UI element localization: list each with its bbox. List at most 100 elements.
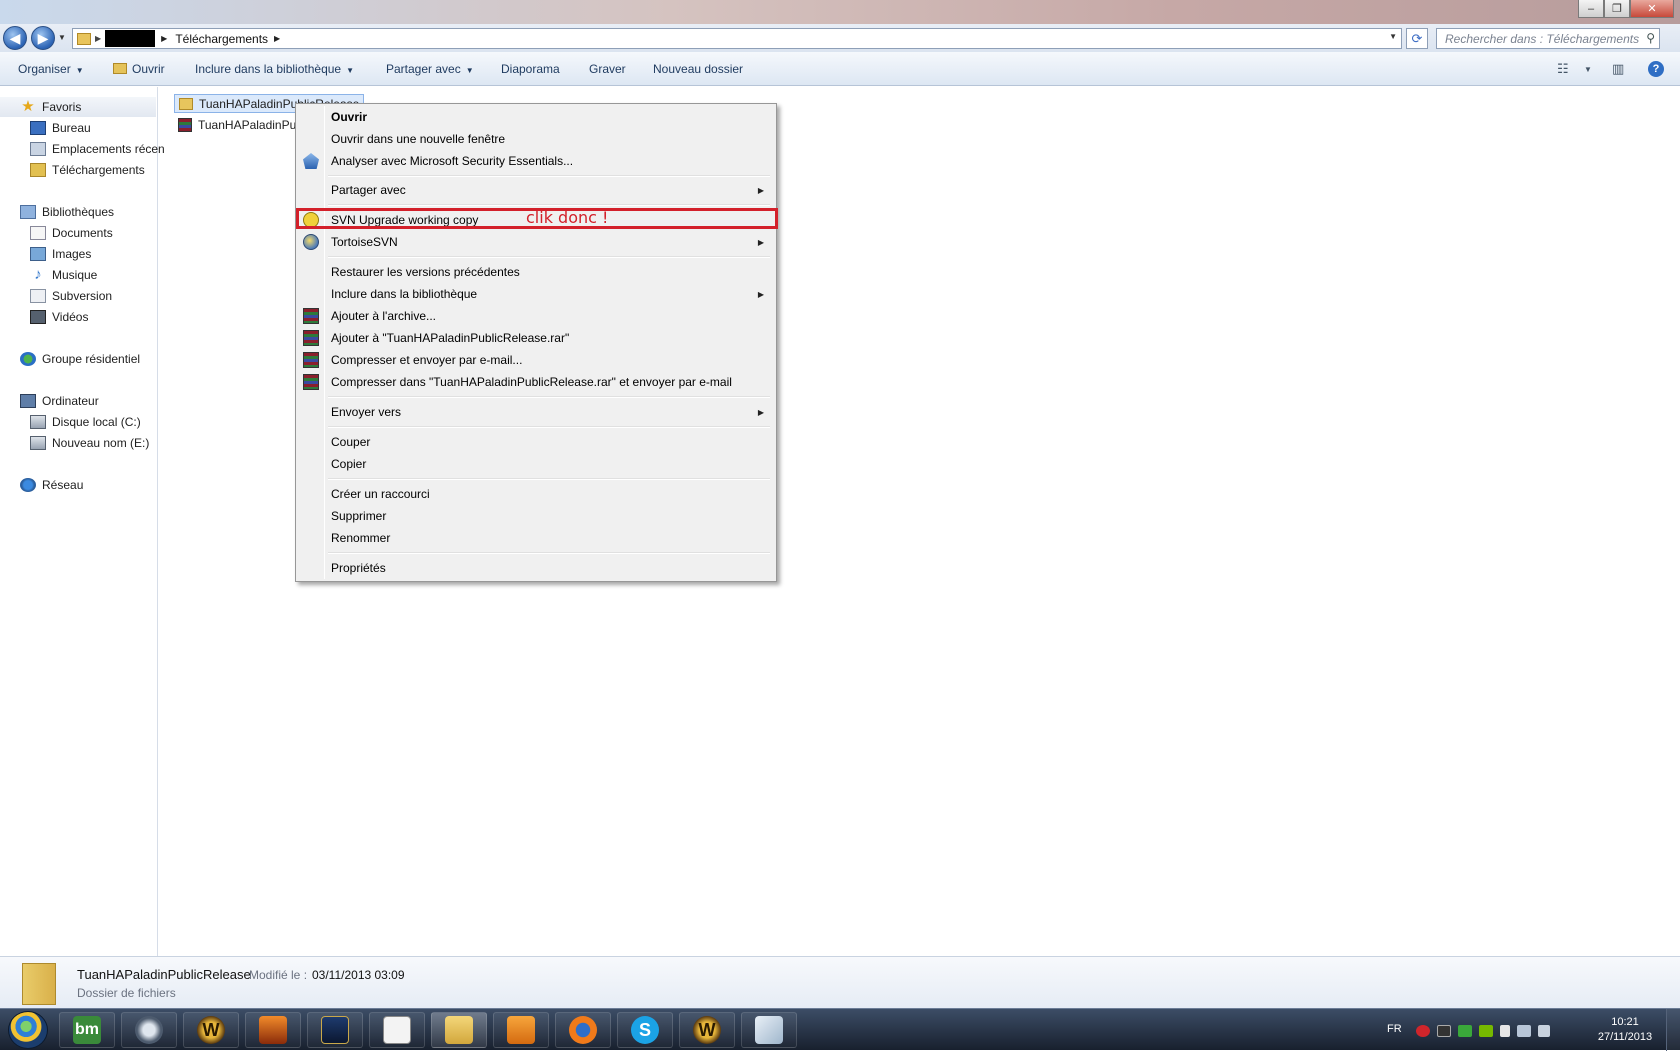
- preview-pane-icon[interactable]: ▥: [1612, 61, 1624, 77]
- nav-subversion[interactable]: Subversion: [30, 286, 112, 306]
- menu-item-analyser[interactable]: Analyser avec Microsoft Security Essenti…: [298, 150, 774, 172]
- nav-videos[interactable]: Vidéos: [30, 307, 88, 327]
- taskbar-app-media[interactable]: [493, 1012, 549, 1048]
- computer-icon: [20, 394, 36, 408]
- details-file-name: TuanHAPaladinPublicRelease: [77, 967, 251, 982]
- search-input[interactable]: Rechercher dans : Téléchargements ⚲: [1436, 28, 1660, 49]
- menu-item-restaurer[interactable]: Restaurer les versions précédentes: [298, 261, 774, 283]
- chevron-right-icon[interactable]: ▶: [274, 34, 280, 43]
- nav-bureau[interactable]: Bureau: [30, 118, 91, 138]
- share-with-button[interactable]: Partager avec ▼: [386, 62, 474, 76]
- view-options-icon[interactable]: ☷: [1557, 61, 1569, 77]
- minimize-button[interactable]: –: [1578, 0, 1604, 18]
- menu-label: Ouvrir: [331, 110, 368, 124]
- nav-bibliotheques[interactable]: Bibliothèques: [20, 202, 114, 222]
- taskbar-app-wow[interactable]: W: [183, 1012, 239, 1048]
- menu-item-inclure[interactable]: Inclure dans la bibliothèque ▶: [298, 283, 774, 305]
- tortoisesvn-icon: [303, 234, 319, 250]
- menu-item-ajouter-archive[interactable]: Ajouter à l'archive...: [298, 305, 774, 327]
- taskbar-app-2[interactable]: [121, 1012, 177, 1048]
- nav-emplacements[interactable]: Emplacements récen: [30, 139, 165, 159]
- slideshow-button[interactable]: Diaporama: [501, 62, 560, 76]
- back-button[interactable]: ◀: [3, 26, 27, 50]
- nav-documents[interactable]: Documents: [30, 223, 113, 243]
- taskbar-app-4[interactable]: [245, 1012, 301, 1048]
- taskbar-app-bm[interactable]: bm: [59, 1012, 115, 1048]
- nav-reseau[interactable]: Réseau: [20, 475, 83, 495]
- menu-item-copier[interactable]: Copier: [298, 453, 774, 475]
- address-history-dropdown[interactable]: ▼: [1389, 32, 1397, 41]
- nav-groupe-residentiel[interactable]: Groupe résidentiel: [20, 349, 140, 369]
- menu-item-ouvrir[interactable]: Ouvrir: [298, 106, 774, 128]
- flag-icon[interactable]: [1500, 1025, 1510, 1037]
- taskbar-app-6[interactable]: [369, 1012, 425, 1048]
- menu-item-compresser-email[interactable]: Compresser et envoyer par e-mail...: [298, 349, 774, 371]
- nav-label: Images: [52, 247, 92, 261]
- menu-item-couper[interactable]: Couper: [298, 431, 774, 453]
- nav-favoris[interactable]: ★ Favoris: [0, 97, 156, 117]
- nav-telechargements[interactable]: Téléchargements: [30, 160, 145, 180]
- clock[interactable]: 10:21 27/11/2013: [1590, 1015, 1660, 1045]
- nvidia-icon[interactable]: [1479, 1025, 1493, 1037]
- menu-item-supprimer[interactable]: Supprimer: [298, 505, 774, 527]
- stop-icon[interactable]: [1416, 1025, 1430, 1037]
- search-icon[interactable]: ⚲: [1646, 31, 1655, 45]
- fire-app-icon: [259, 1016, 287, 1044]
- menu-item-proprietes[interactable]: Propriétés: [298, 557, 774, 579]
- winrar-icon: [303, 308, 319, 324]
- bm-app-icon: bm: [73, 1016, 101, 1044]
- menu-item-compresser-rar-email[interactable]: Compresser dans "TuanHAPaladinPublicRele…: [298, 371, 774, 393]
- nav-images[interactable]: Images: [30, 244, 91, 264]
- menu-item-envoyer-vers[interactable]: Envoyer vers ▶: [298, 401, 774, 423]
- forward-button[interactable]: ▶: [31, 26, 55, 50]
- nav-label: Disque local (C:): [52, 415, 141, 429]
- check-icon[interactable]: [1458, 1025, 1472, 1037]
- taskbar-app-paint[interactable]: [741, 1012, 797, 1048]
- refresh-button[interactable]: ⟳: [1406, 28, 1428, 49]
- menu-item-ajouter-rar[interactable]: Ajouter à "TuanHAPaladinPublicRelease.ra…: [298, 327, 774, 349]
- start-button[interactable]: [8, 1011, 48, 1049]
- menu-item-creer-raccourci[interactable]: Créer un raccourci: [298, 483, 774, 505]
- taskbar-app-explorer[interactable]: [431, 1012, 487, 1048]
- maximize-button[interactable]: ❐: [1604, 0, 1630, 18]
- menu-label: Analyser avec Microsoft Security Essenti…: [331, 154, 574, 168]
- include-library-button[interactable]: Inclure dans la bibliothèque ▼: [195, 62, 354, 76]
- nav-label: Vidéos: [52, 310, 89, 324]
- help-icon[interactable]: ?: [1648, 61, 1664, 77]
- details-modified-label: Modifié le :: [249, 968, 308, 982]
- taskbar-app-skype[interactable]: S: [617, 1012, 673, 1048]
- organiser-button[interactable]: Organiser ▼: [18, 62, 84, 76]
- network-icon[interactable]: [1517, 1025, 1531, 1037]
- taskbar-app-firefox[interactable]: [555, 1012, 611, 1048]
- breadcrumb-current[interactable]: Téléchargements: [175, 32, 268, 46]
- chevron-down-icon[interactable]: ▼: [1584, 65, 1592, 74]
- new-folder-button[interactable]: Nouveau dossier: [653, 62, 743, 76]
- taskbar-app-wow2[interactable]: W: [679, 1012, 735, 1048]
- qr-app-icon[interactable]: [1437, 1025, 1451, 1037]
- star-icon: ★: [21, 98, 35, 115]
- close-button[interactable]: ✕: [1630, 0, 1674, 18]
- arrow-right-icon: ▶: [37, 29, 49, 46]
- burn-button[interactable]: Graver: [589, 62, 626, 76]
- chevron-right-icon[interactable]: ▶: [161, 34, 167, 43]
- menu-item-nouvelle-fenetre[interactable]: Ouvrir dans une nouvelle fenêtre: [298, 128, 774, 150]
- nav-label: Nouveau nom (E:): [52, 436, 150, 450]
- taskbar-app-5[interactable]: [307, 1012, 363, 1048]
- chevron-right-icon[interactable]: ▶: [95, 34, 101, 43]
- address-bar[interactable]: ▶ ▶ Téléchargements ▶ ▼: [72, 28, 1402, 49]
- recent-pages-dropdown[interactable]: ▼: [58, 33, 66, 42]
- nav-ordinateur[interactable]: Ordinateur: [20, 391, 99, 411]
- menu-item-renommer[interactable]: Renommer: [298, 527, 774, 549]
- open-button[interactable]: Ouvrir: [113, 62, 165, 76]
- show-desktop-button[interactable]: [1666, 1009, 1680, 1051]
- nav-disque-c[interactable]: Disque local (C:): [30, 412, 141, 432]
- file-item-rar[interactable]: TuanHAPaladinPul: [174, 115, 303, 134]
- menu-item-partager[interactable]: Partager avec ▶: [298, 179, 774, 201]
- language-indicator[interactable]: FR: [1387, 1023, 1402, 1035]
- nav-musique[interactable]: ♪ Musique: [30, 265, 97, 285]
- volume-icon[interactable]: [1538, 1025, 1550, 1037]
- menu-separator: [328, 256, 770, 258]
- nav-label: Documents: [52, 226, 113, 240]
- menu-item-tortoisesvn[interactable]: TortoiseSVN ▶: [298, 231, 774, 253]
- nav-nouveau-e[interactable]: Nouveau nom (E:): [30, 433, 149, 453]
